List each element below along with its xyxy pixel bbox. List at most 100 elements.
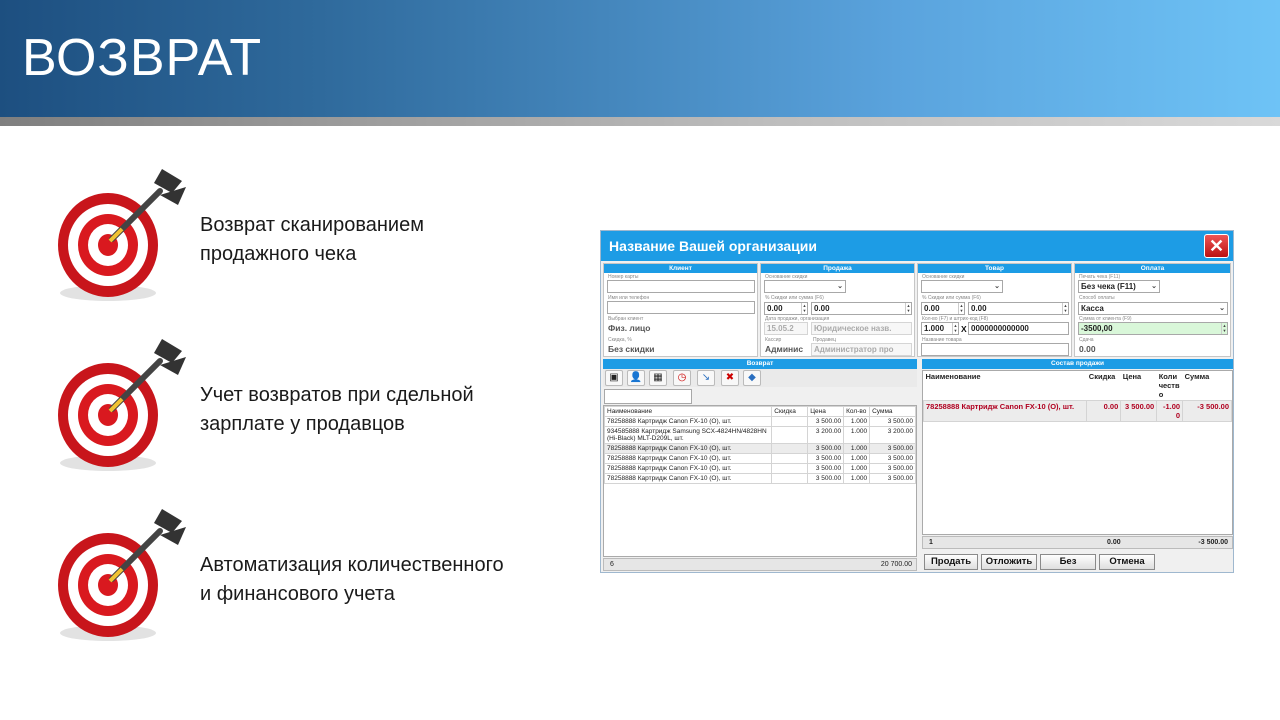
close-icon[interactable]: ✕ — [1204, 234, 1229, 258]
column-header[interactable]: Цена — [1120, 371, 1157, 401]
without-button[interactable]: Без — [1040, 554, 1096, 570]
column-header[interactable]: Сумма — [1182, 371, 1232, 401]
item-sum: 3 200.00 — [869, 426, 916, 444]
chevron-down-icon: ⌄ — [837, 283, 843, 290]
arrow-icon[interactable]: ↘ — [697, 370, 715, 386]
barcode-input[interactable]: 0000000000000 — [968, 322, 1069, 335]
bullet-item: Возврат сканированием продажного чека — [50, 165, 610, 305]
payment-method-value: Касса — [1081, 304, 1104, 313]
chevron-down-icon: ⌄ — [1151, 283, 1157, 290]
column-header[interactable]: Кол-во — [843, 406, 871, 417]
postpone-button[interactable]: Отложить — [981, 554, 1037, 570]
tag-icon[interactable]: ◆ — [743, 370, 761, 386]
sale-items-footer: 1 0.00 -3 500.00 — [922, 536, 1233, 549]
item-qty: 1.000 — [843, 473, 871, 484]
table-row[interactable]: 78258888 Картридж Canon FX-10 (O), шт. 0… — [922, 400, 1232, 422]
spinner-icon[interactable]: ▲ ▼ — [1221, 323, 1227, 334]
item-name: 78258888 Картридж Canon FX-10 (O), шт. — [603, 453, 773, 464]
payment-method-select[interactable]: Касса ⌄ — [1078, 302, 1228, 315]
print-receipt-value: Без чека (F11) — [1081, 282, 1136, 291]
times-sign: X — [961, 324, 967, 334]
column-header[interactable]: Наименование — [603, 406, 773, 417]
table-row[interactable]: 78258888 Картридж Canon FX-10 (O), шт. 3 … — [603, 463, 916, 474]
cashier-value: Админис — [765, 344, 804, 354]
column-header[interactable]: Скидка — [771, 406, 809, 417]
sale-sum-input[interactable]: 0.00 ▲ ▼ — [811, 302, 912, 315]
sale-reason-select[interactable]: ⌄ — [764, 280, 846, 293]
spinner-icon[interactable]: ▲ ▼ — [1062, 303, 1068, 314]
sale-org-value: Юридическое назв. — [814, 324, 892, 333]
sell-button[interactable]: Продать — [924, 554, 978, 570]
qty-input[interactable]: 1.000 ▲ ▼ — [921, 322, 959, 335]
print-receipt-select[interactable]: Без чека (F11) ⌄ — [1078, 280, 1160, 293]
item-qty: 1.000 — [843, 426, 871, 444]
sale-items-discount: 0.00 — [1107, 539, 1121, 546]
table-row[interactable]: 78258888 Картридж Canon FX-10 (O), шт. 3 … — [603, 453, 916, 464]
card-number-input[interactable] — [607, 280, 755, 293]
item-discount: 0.00 — [1086, 400, 1122, 422]
item-sum: 3 500.00 — [869, 453, 916, 464]
slide: ВОЗВРАТ Возврат сканированием продажного… — [0, 0, 1280, 720]
image-icon[interactable]: ▣ — [605, 370, 623, 386]
sale-panel-header: Продажа — [761, 264, 914, 273]
product-name-input[interactable] — [921, 343, 1069, 356]
column-header[interactable]: Сумма — [869, 406, 916, 417]
bullet-text-line2: и финансового учета — [200, 583, 395, 605]
sale-pct-value: 0.00 — [767, 304, 783, 313]
sale-pct-input[interactable]: 0.00 ▲ ▼ — [764, 302, 808, 315]
table-row[interactable]: 934585888 Картридж Samsung SCX-4824HN/48… — [603, 426, 916, 444]
client-sum-value: -3500,00 — [1081, 324, 1113, 333]
box-icon[interactable]: ▦ — [649, 370, 667, 386]
item-qty: 1.000 — [843, 416, 871, 427]
banner-divider — [0, 117, 1280, 126]
item-price: 3 500.00 — [807, 416, 845, 427]
dartboard-target-icon — [58, 509, 186, 641]
item-price: 3 200.00 — [807, 426, 845, 444]
sale-items-header: Состав продажи — [922, 359, 1233, 369]
user-icon[interactable]: 👤 — [627, 370, 645, 386]
product-pct-input[interactable]: 0.00 ▲ ▼ — [921, 302, 965, 315]
payment-panel: Оплата Печать чека (F11) Без чека (F11) ⌄… — [1074, 263, 1231, 357]
client-discount-label: Скидка, % — [608, 337, 632, 343]
spinner-icon[interactable]: ▲ ▼ — [952, 323, 958, 334]
returns-total: 20 700.00 — [880, 561, 912, 568]
column-header[interactable]: Скидка — [1086, 371, 1121, 401]
chosen-client-value: Физ. лицо — [608, 323, 651, 333]
spinner-icon[interactable]: ▲ ▼ — [801, 303, 807, 314]
bullet-text-line2: зарплате у продавцов — [200, 413, 405, 435]
column-header[interactable]: Цена — [807, 406, 845, 417]
column-header[interactable]: Количество — [1156, 371, 1183, 401]
item-qty: 1.000 — [843, 453, 871, 464]
item-name: 78258888 Картридж Canon FX-10 (O), шт. — [922, 400, 1088, 422]
returns-header: Возврат — [603, 359, 917, 369]
product-sum-input[interactable]: 0.00 ▲ ▼ — [968, 302, 1069, 315]
phone-input[interactable] — [607, 301, 755, 314]
item-discount — [771, 473, 809, 484]
item-sum: 3 500.00 — [869, 473, 916, 484]
spinner-icon[interactable]: ▲ ▼ — [905, 303, 911, 314]
delete-icon[interactable]: ✖ — [721, 370, 739, 386]
sale-pct-label: % Скидки или сумма (F6) — [765, 295, 824, 301]
pos-window: Название Вашей организации ✕ Клиент Номе… — [600, 230, 1234, 573]
chevron-down-icon: ⌄ — [1219, 305, 1225, 312]
bullet-text-line2: продажного чека — [200, 243, 357, 265]
item-name: 934585888 Картридж Samsung SCX-4824HN/48… — [603, 426, 773, 444]
product-reason-select[interactable]: ⌄ — [921, 280, 1003, 293]
sale-sum-value: 0.00 — [814, 304, 830, 313]
table-row[interactable]: 78258888 Картридж Canon FX-10 (O), шт. 3 … — [603, 416, 916, 427]
column-header[interactable]: Наименование — [923, 371, 1087, 401]
client-panel: Клиент Номер карты Имя или телефон Выбра… — [603, 263, 758, 357]
dartboard-target-icon — [58, 339, 186, 471]
client-sum-input[interactable]: -3500,00 ▲ ▼ — [1078, 322, 1228, 335]
payment-method-label: Способ оплаты — [1079, 295, 1115, 301]
clock-icon[interactable]: ◷ — [673, 370, 691, 386]
sale-items-total: -3 500.00 — [1198, 539, 1228, 546]
product-pct-value: 0.00 — [924, 304, 940, 313]
table-row[interactable]: 78258888 Картридж Canon FX-10 (O), шт. 3 … — [603, 443, 916, 454]
spinner-icon[interactable]: ▲ ▼ — [958, 303, 964, 314]
qty-value: 1.000 — [924, 324, 945, 333]
scan-receipt-input[interactable] — [604, 389, 692, 404]
cancel-button[interactable]: Отмена — [1099, 554, 1155, 570]
sale-panel: Продажа Основание скидки ⌄ % Скидки или … — [760, 263, 915, 357]
table-row[interactable]: 78258888 Картридж Canon FX-10 (O), шт. 3 … — [603, 473, 916, 484]
